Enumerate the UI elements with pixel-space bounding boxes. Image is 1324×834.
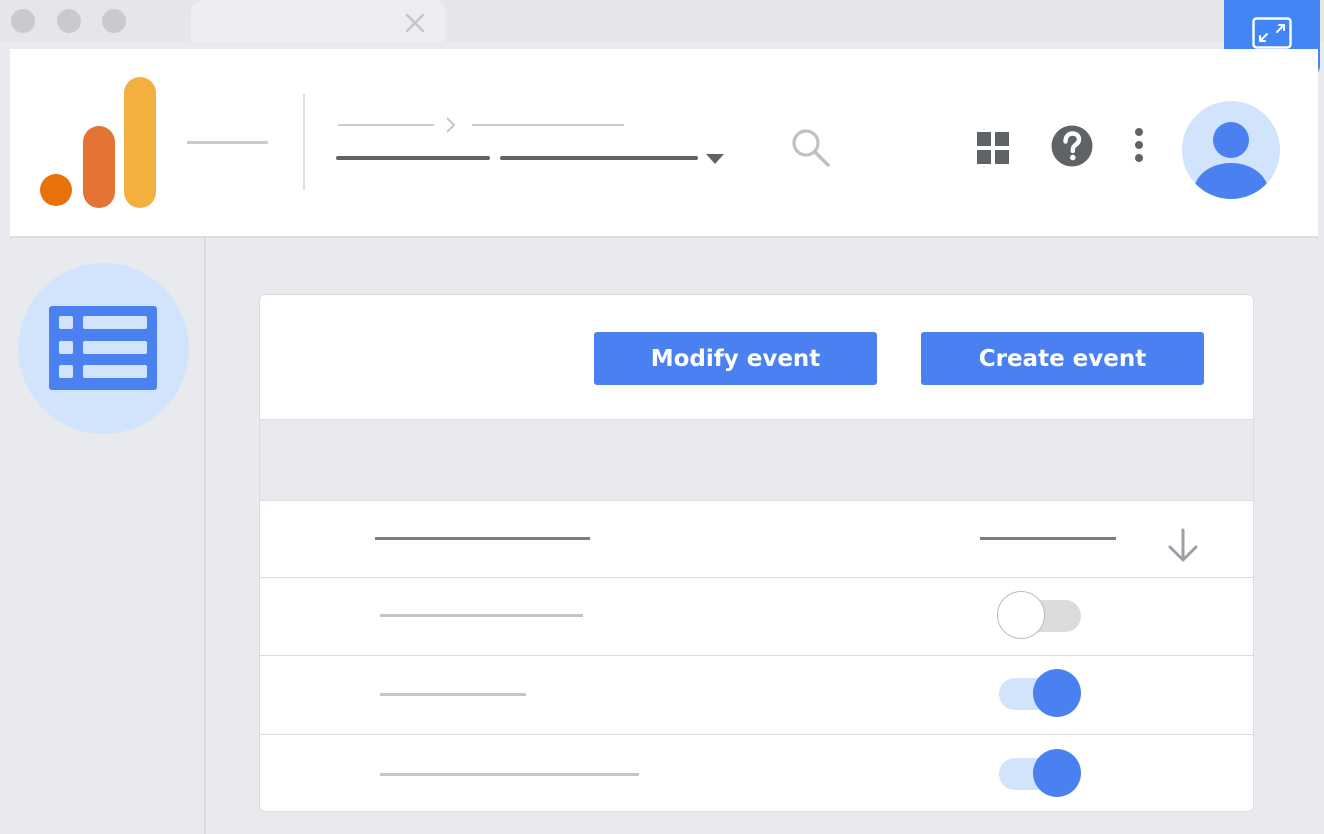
conversion-toggle[interactable]: [997, 668, 1085, 720]
account-name-placeholder: [336, 156, 490, 160]
breadcrumb-placeholder: [338, 124, 434, 126]
events-card: Modify event Create event: [259, 294, 1254, 812]
table-row: [260, 578, 1253, 655]
close-icon[interactable]: [402, 10, 428, 36]
window-close-dot[interactable]: [11, 9, 35, 33]
account-avatar-icon[interactable]: [1181, 100, 1281, 200]
toggle-knob: [997, 591, 1045, 639]
apps-grid-icon[interactable]: [976, 130, 1012, 166]
window-minimize-dot[interactable]: [57, 9, 81, 33]
search-icon[interactable]: [789, 126, 833, 170]
sidebar-item-reports[interactable]: [18, 263, 189, 434]
more-vert-icon[interactable]: [1130, 126, 1148, 164]
window-maximize-dot[interactable]: [102, 9, 126, 33]
toggle-knob: [1033, 669, 1081, 717]
breadcrumb-placeholder: [472, 124, 624, 126]
event-name-placeholder: [380, 614, 583, 617]
table-row: [260, 656, 1253, 734]
analytics-logo[interactable]: [38, 76, 158, 210]
table-row: [260, 735, 1253, 811]
event-name-placeholder: [380, 693, 526, 696]
table-header-row: [260, 500, 1253, 577]
column-header-event-name[interactable]: [375, 537, 590, 540]
sidebar-divider: [204, 238, 206, 834]
table-toolbar: [260, 419, 1253, 501]
conversion-toggle[interactable]: [997, 748, 1085, 800]
exit-fullscreen-icon: [1252, 17, 1292, 49]
header-divider: [303, 94, 305, 190]
app-name-placeholder: [187, 141, 268, 144]
help-icon[interactable]: [1050, 124, 1094, 168]
dropdown-arrow-icon: [706, 154, 724, 164]
toggle-knob: [1033, 749, 1081, 797]
modify-event-button[interactable]: Modify event: [594, 332, 877, 385]
event-name-placeholder: [380, 773, 639, 776]
arrow-down-icon[interactable]: [1166, 528, 1200, 564]
chevron-right-icon: [446, 117, 456, 133]
column-header-mark-as-conversion[interactable]: [980, 537, 1116, 540]
conversion-toggle[interactable]: [997, 590, 1085, 642]
create-event-button[interactable]: Create event: [921, 332, 1204, 385]
property-name-placeholder: [500, 156, 698, 160]
list-view-icon: [49, 306, 157, 390]
account-selector[interactable]: [336, 114, 736, 174]
